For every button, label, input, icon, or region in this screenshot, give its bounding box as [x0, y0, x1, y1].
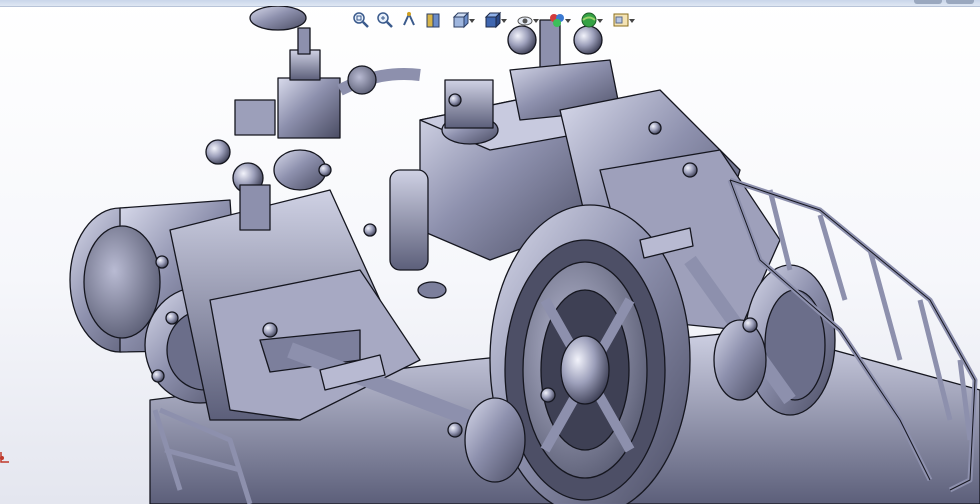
view-orientation-icon	[452, 11, 470, 29]
apply-scene-icon	[581, 12, 597, 28]
view-orientation-button[interactable]	[446, 9, 476, 31]
view-settings-icon	[613, 13, 629, 27]
zoom-to-area-button[interactable]	[374, 9, 396, 31]
minimize-button[interactable]	[914, 0, 942, 4]
display-style-button[interactable]	[478, 9, 508, 31]
zoom-to-fit-button[interactable]	[350, 9, 372, 31]
section-view-icon	[426, 13, 440, 28]
previous-view-button[interactable]	[398, 9, 420, 31]
graphics-viewport[interactable]	[0, 6, 980, 504]
view-settings-button[interactable]	[606, 9, 636, 31]
window-control-buttons	[914, 0, 974, 4]
maximize-button[interactable]	[946, 0, 974, 4]
hide-show-items-icon	[517, 16, 533, 26]
display-style-icon	[484, 11, 502, 29]
apply-scene-button[interactable]	[574, 9, 604, 31]
edit-appearance-icon	[550, 14, 564, 27]
zoom-to-area-icon	[377, 12, 393, 28]
section-view-button[interactable]	[422, 9, 444, 31]
heads-up-view-toolbar	[350, 8, 636, 32]
zoom-to-fit-icon	[353, 12, 369, 28]
previous-view-icon	[403, 11, 415, 26]
hide-show-items-button[interactable]	[510, 9, 540, 31]
edit-appearance-button[interactable]	[542, 9, 572, 31]
reference-triad-icon	[0, 452, 9, 463]
lubricator	[389, 169, 429, 271]
